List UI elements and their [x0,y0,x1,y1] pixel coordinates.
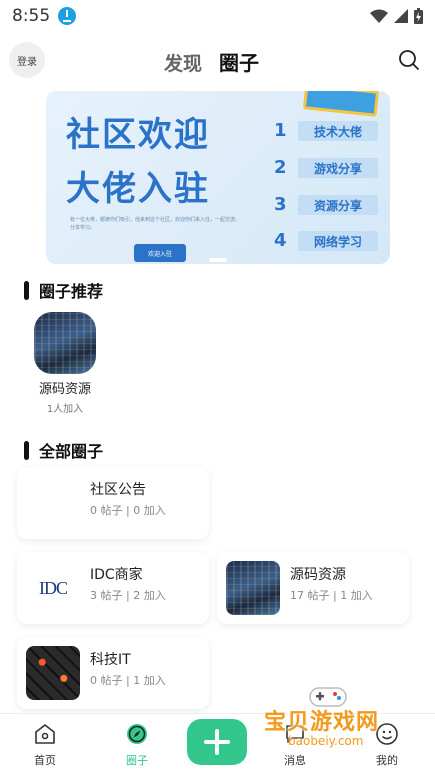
circle-name: 科技IT [90,652,131,668]
add-post-button[interactable] [187,719,247,765]
banner-item-number: 3 [274,194,287,215]
banner-item-number: 4 [274,230,287,251]
watermark-text: 宝贝游戏网 [264,710,380,735]
circle-name: IDC商家 [90,567,143,583]
home-icon [35,724,55,744]
circle-card-idc[interactable]: IDC IDC商家 3 帖子 | 2 加入 [17,552,209,624]
circle-stats: 17 帖子 | 1 加入 [290,589,373,602]
banner-join-button[interactable]: 欢迎入驻 [134,244,186,262]
search-icon[interactable] [397,48,421,72]
banner-item-label: 网络学习 [298,231,378,251]
recommended-section-header: 圈子推荐 [24,278,103,302]
download-icon [58,7,77,25]
signal-icon [394,9,408,23]
banner-item: 4 网络学习 [274,230,390,252]
tab-circle[interactable]: 圈子 [219,47,259,76]
circle-name: 源码资源 [290,567,346,583]
nav-item-circle[interactable]: 圈子 [107,722,167,768]
idc-logo: IDC [26,561,80,615]
compass-icon [127,724,147,744]
nav-label-home: 首页 [34,754,56,767]
wifi-icon [370,9,388,23]
circle-member-count: 1人加入 [46,404,84,415]
watermark: 宝贝游戏网 baobeiy.com [258,684,408,756]
banner-item: 3 资源分享 [274,194,390,216]
circle-thumbnail [26,476,80,530]
all-circles-section-header: 全部圈子 [24,438,103,462]
circle-card-source-code[interactable]: 源码资源 17 帖子 | 1 加入 [217,552,409,624]
banner-item-label: 技术大佬 [298,121,378,141]
circle-thumbnail [26,646,80,700]
nav-label-circle: 圈子 [126,754,148,767]
banner-item-number: 2 [274,157,287,178]
all-circles-section-title: 全部圈子 [39,442,104,461]
banner-item-number: 1 [274,120,287,141]
circle-name: 源码资源 [38,382,91,397]
circle-stats: 3 帖子 | 2 加入 [90,589,166,602]
banner-item: 2 游戏分享 [274,157,390,179]
banner-title-line2: 大佬入驻 [66,169,210,209]
circle-thumbnail [34,312,96,374]
recommended-section-title: 圈子推荐 [39,282,104,301]
section-marker [24,440,29,460]
circle-name: 社区公告 [90,482,146,498]
recommended-circle-item[interactable]: 源码资源 1人加入 [30,312,100,415]
banner-item: 1 技术大佬 [274,120,390,142]
circle-card-tech-it[interactable]: 科技IT 0 帖子 | 1 加入 [17,637,209,709]
circle-thumbnail [226,561,280,615]
circle-stats: 0 帖子 | 0 加入 [90,504,166,517]
banner-title-line1: 社区欢迎 [66,115,210,155]
status-icons [370,8,423,24]
login-button[interactable]: 登录 [9,42,45,78]
nav-item-home[interactable]: 首页 [15,722,75,768]
circle-stats: 0 帖子 | 1 加入 [90,674,166,687]
watermark-url: baobeiy.com [288,734,364,748]
banner-item-label: 游戏分享 [298,158,378,178]
section-marker [24,280,29,300]
banner-decoration [302,91,380,117]
status-time: 8:55 [12,6,51,26]
status-bar: 8:55 [0,0,435,32]
plus-icon [204,729,230,755]
carousel-indicator [209,258,227,262]
banner-description: 有一位大佬，都被你们吸引，他来到这个社区，欢迎你们来入住，一起交流、分享学习。 [70,217,241,231]
top-header: 登录 发现 圈子 [0,36,435,86]
tab-discover[interactable]: 发现 [164,49,202,76]
circle-card-announcement[interactable]: 社区公告 0 帖子 | 0 加入 [17,467,209,539]
promo-banner[interactable]: 社区欢迎 大佬入驻 有一位大佬，都被你们吸引，他来到这个社区，欢迎你们来入住，一… [46,91,390,264]
battery-icon [414,8,423,24]
banner-item-label: 资源分享 [298,195,378,215]
